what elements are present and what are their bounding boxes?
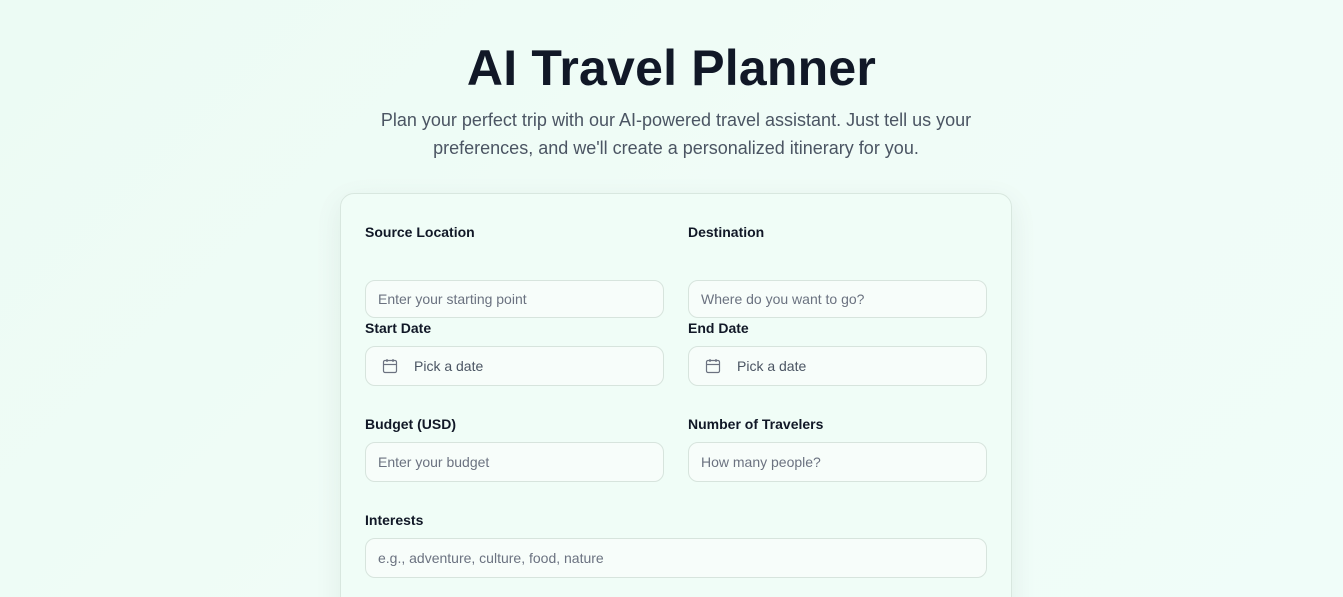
travelers-input[interactable] xyxy=(688,442,987,482)
source-location-input[interactable] xyxy=(365,280,664,318)
travelers-label: Number of Travelers xyxy=(688,416,824,432)
source-location-label: Source Location xyxy=(365,224,475,240)
destination-input[interactable] xyxy=(688,280,987,318)
page-title: AI Travel Planner xyxy=(466,40,877,96)
destination-label: Destination xyxy=(688,224,765,240)
end-date-label: End Date xyxy=(688,320,749,336)
start-date-picker-button[interactable]: Pick a date xyxy=(365,346,664,386)
interests-label: Interests xyxy=(365,512,424,528)
interests-input[interactable] xyxy=(365,538,987,578)
budget-label: Budget (USD) xyxy=(365,416,456,432)
start-date-placeholder: Pick a date xyxy=(414,358,484,374)
trip-form-card: Source Location Destination Start Date P… xyxy=(340,193,1012,597)
calendar-icon xyxy=(705,359,721,374)
calendar-icon xyxy=(382,359,398,374)
start-date-label: Start Date xyxy=(365,320,432,336)
end-date-picker-button[interactable]: Pick a date xyxy=(688,346,987,386)
budget-input[interactable] xyxy=(365,442,664,482)
end-date-placeholder: Pick a date xyxy=(737,358,807,374)
page-subtitle: Plan your perfect trip with our AI-power… xyxy=(380,110,972,158)
